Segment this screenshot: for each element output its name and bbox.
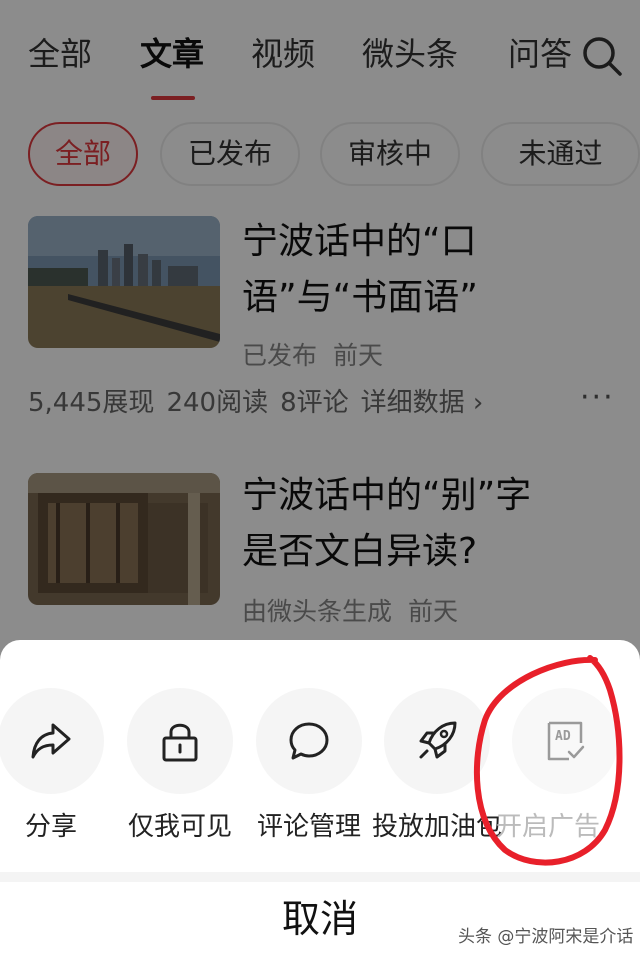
boost-package-button[interactable]: 投放加油包 (372, 688, 512, 848)
watermark: 头条 @宁波阿宋是介话 (458, 927, 634, 947)
enable-ads-label: 开启广告 (496, 812, 601, 842)
comment-management-label: 评论管理 (256, 812, 361, 842)
lock-icon (162, 723, 198, 762)
comment-icon (289, 722, 329, 760)
share-label: 分享 (24, 812, 77, 842)
rocket-icon (419, 721, 457, 759)
ad-icon: AD (547, 721, 585, 761)
ad-badge-text: AD (555, 729, 571, 744)
boost-package-label: 投放加油包 (371, 812, 502, 842)
enable-ads-button[interactable]: AD 开启广告 (496, 688, 640, 848)
sheet-divider (0, 872, 640, 882)
rocket-icon-circle (384, 688, 490, 794)
private-visibility-label: 仅我可见 (127, 812, 232, 842)
ad-icon-circle: AD (512, 688, 618, 794)
comment-icon-circle (256, 688, 362, 794)
share-icon (31, 723, 71, 759)
lock-icon-circle (127, 688, 233, 794)
share-icon-circle (0, 688, 104, 794)
action-bottom-sheet: 分享 仅我可见 评论管理 投放加油包 AD 开启广告 取消 (0, 640, 640, 957)
